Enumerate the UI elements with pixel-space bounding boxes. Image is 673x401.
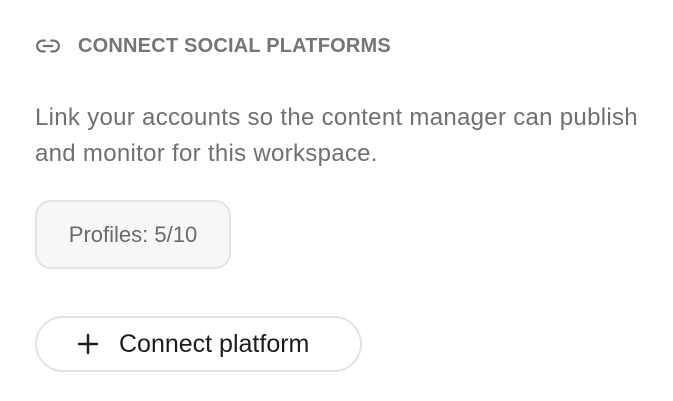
connect-platform-button[interactable]: Connect platform bbox=[35, 316, 362, 372]
connect-platform-label: Connect platform bbox=[119, 329, 310, 358]
connect-platforms-panel: CONNECT SOCIAL PLATFORMS Link your accou… bbox=[0, 0, 673, 401]
section-description: Link your accounts so the content manage… bbox=[35, 104, 638, 167]
link-icon bbox=[35, 33, 61, 59]
profiles-count-badge: Profiles: 5/10 bbox=[35, 200, 231, 269]
section-header: CONNECT SOCIAL PLATFORMS bbox=[35, 33, 391, 59]
plus-icon bbox=[77, 333, 99, 355]
section-title: CONNECT SOCIAL PLATFORMS bbox=[78, 34, 391, 57]
